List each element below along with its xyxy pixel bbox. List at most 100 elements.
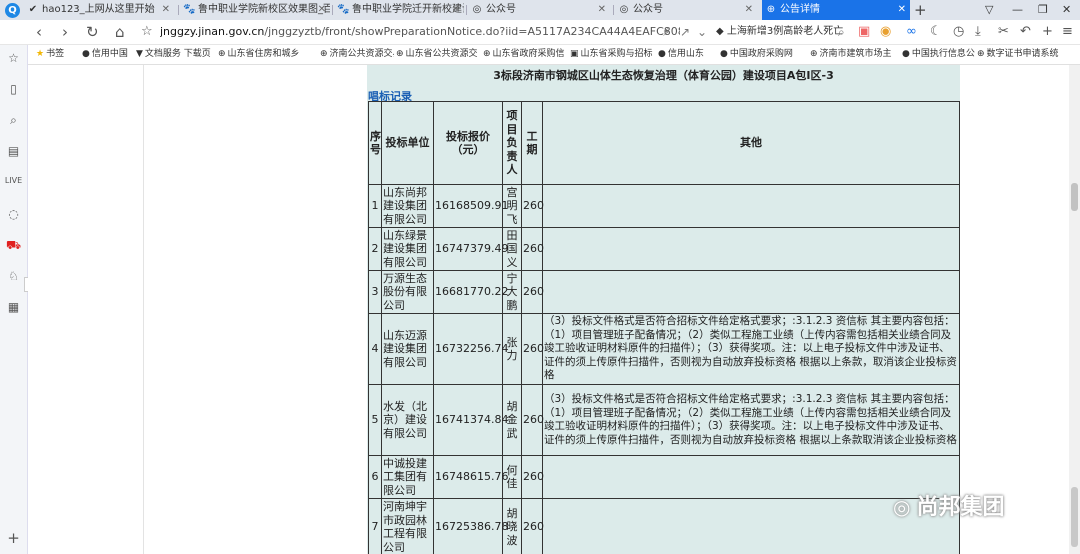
game-icon[interactable]: ◉ [880,22,891,42]
dropdown-icon[interactable]: ⌄ [697,22,707,42]
restore-button[interactable]: ❐ [1038,0,1048,20]
tab-6[interactable]: ⊕ 公告详情 ✕ [762,0,910,20]
cell-index: 1 [368,184,382,228]
bookmark-label: 中国政府采购网 [729,49,793,59]
bookmark-item[interactable]: ⊕ 山东省公共资源交 [396,45,481,64]
header-duration: 工期 [521,101,543,185]
cell-index: 5 [368,384,382,456]
home-button[interactable]: ⌂ [115,21,125,43]
url-host: jnggzy.jinan.gov.cn [160,25,265,38]
plus-icon[interactable]: + [0,529,27,547]
cell-bidder: 中诚投建工集团有限公司 [381,455,434,499]
scrollbar[interactable] [1069,65,1080,554]
history-icon[interactable]: ◷ [953,22,964,42]
cell-duration: 260 [521,498,544,554]
star-icon[interactable]: ☆ [0,51,27,65]
share-icon[interactable]: ↗ [680,22,690,42]
back-button[interactable]: ‹ [36,21,42,43]
download-icon[interactable]: ⤓ [975,22,981,42]
cell-duration: 260 [521,313,544,385]
cell-price: 16725386.78 [433,498,508,554]
url-field[interactable]: jnggzy.jinan.gov.cn/jnggzyztb/front/show… [160,22,680,42]
bookmark-item[interactable]: ▼ 文档服务 下载页 [136,45,216,64]
tab-3[interactable]: 🐾鲁中职业学院迁开新校建设现场✕ [334,0,464,20]
new-tab-button[interactable]: + [914,0,927,20]
cell-other: （3）投标文件格式是否符合招标文件给定格式要求；:3.1.2.3 资信标 其主要… [542,313,960,385]
lightning-icon[interactable]: ⚡ [662,22,670,42]
tab-close-icon[interactable]: ✕ [452,0,460,20]
search-icon[interactable]: ⌕ [0,113,27,128]
tab-5[interactable]: ◎ 公众号 ✕ [615,0,757,20]
tab-close-icon[interactable]: ✕ [745,0,753,20]
cell-price: 16681770.22 [433,270,508,314]
video-icon[interactable]: ▤ [0,144,27,158]
close-window-button[interactable]: ✕ [1062,0,1071,20]
book-icon[interactable]: ▯ [0,82,27,96]
bookmark-favicon-icon: ⊕ [320,49,328,59]
zoom-plus-icon[interactable]: + [1042,22,1053,42]
scroll-track-marker [1071,487,1078,547]
bookmark-favicon-icon: ● [902,49,910,59]
scroll-thumb[interactable] [1071,183,1078,211]
header-price: 投标报价（元） [433,101,503,185]
bookmark-item[interactable]: ⊕ 山东省住房和城乡 [218,45,318,64]
note-icon[interactable]: ▦ [0,300,27,314]
bookmark-label: 山东省住房和城乡 [227,49,300,59]
bookmark-item[interactable]: ⊕ 数字证书申请系统 [977,45,1067,64]
browser-logo-icon[interactable]: Q [5,3,20,18]
translate-icon[interactable]: ▣ [858,22,870,42]
bookmark-item[interactable]: ⊕ 山东省政府采购信 [483,45,568,64]
cell-other [542,270,960,314]
hot-news-text: 上海新增3例高龄老人死亡 [726,26,844,37]
hot-news[interactable]: ◆ 上海新增3例高龄老人死亡 [716,23,846,41]
table-row: 7 河南坤宇市政园林工程有限公司 16725386.78 胡晓波 260 [368,498,960,554]
cart-icon[interactable]: ⛟ [0,238,27,254]
tab-4[interactable]: ◎ 公众号 ✕ [468,0,610,20]
bookmark-favicon-icon: ▣ [570,49,579,59]
tab-close-icon[interactable]: ✕ [162,0,170,20]
screenshot-icon[interactable]: ✂ [998,22,1009,42]
cell-index: 2 [368,227,382,271]
tab-separator [178,5,179,15]
night-mode-icon[interactable]: ☾ [930,22,942,42]
live-icon[interactable]: LIVE [0,176,27,185]
cell-bidder: 山东绿景建设集团有限公司 [381,227,434,271]
search-icon[interactable]: ⌕ [838,22,845,42]
cell-price: 16741374.84 [433,384,508,456]
minimize-button[interactable]: — [1012,0,1023,20]
extension-icon[interactable]: ∞ [906,22,917,42]
tab-favicon-icon: 🐾 [337,4,350,15]
bookmark-item[interactable]: ★ 书签 [36,45,80,64]
menu-icon[interactable]: ≡ [1062,22,1073,42]
bookmark-item[interactable]: ● 信用山东 [658,45,718,64]
cell-other [542,184,960,228]
pin-window-icon[interactable]: ▽ [985,0,993,20]
bookmark-item[interactable]: ▣ 山东省采购与招标 [570,45,656,64]
table-row: 3 万源生态股份有限公司 16681770.22 宁大鹏 260 [368,270,960,314]
undo-icon[interactable]: ↶ [1020,22,1031,42]
bookmark-item[interactable]: ● 信用中国 [82,45,134,64]
bookmark-label: 山东省公共资源交 [405,49,478,59]
table-header-row: 序号 投标单位 投标报价（元） 项目负责人 工期 其他 [368,101,960,185]
bookmark-item[interactable]: ⊕ 济南市建筑市场主 [810,45,900,64]
game-icon[interactable]: ♘ [0,269,27,283]
cell-price: 16748615.76 [433,455,508,499]
bookmark-label: 文档服务 下载页 [144,49,211,59]
tab-1[interactable]: ✔ hao123_上网从这里开始 ✕ [24,0,174,20]
forward-button[interactable]: › [62,21,68,43]
tab-2[interactable]: 🐾 鲁中职业学院新校区效果图_百度 ✕ [180,0,330,20]
header-index: 序号 [368,101,382,185]
tab-label: 公众号 [486,4,516,15]
tab-close-icon[interactable]: ✕ [898,0,906,20]
bookmark-item[interactable]: ⊕济南公共资源交易 [320,45,394,64]
cell-duration: 260 [521,184,544,228]
reload-button[interactable]: ↻ [86,21,99,43]
bookmark-favicon-icon: ● [82,49,90,59]
tab-close-icon[interactable]: ✕ [598,0,606,20]
bookmark-item[interactable]: ● 中国政府采购网 [720,45,808,64]
bookmark-favicon-icon: ● [720,49,728,59]
bookmark-star-icon[interactable]: ☆ [141,21,153,43]
bookmark-item[interactable]: ●中国执行信息公开 [902,45,975,64]
chat-icon[interactable]: ◌ [0,207,27,221]
tab-close-icon[interactable]: ✕ [318,0,326,20]
